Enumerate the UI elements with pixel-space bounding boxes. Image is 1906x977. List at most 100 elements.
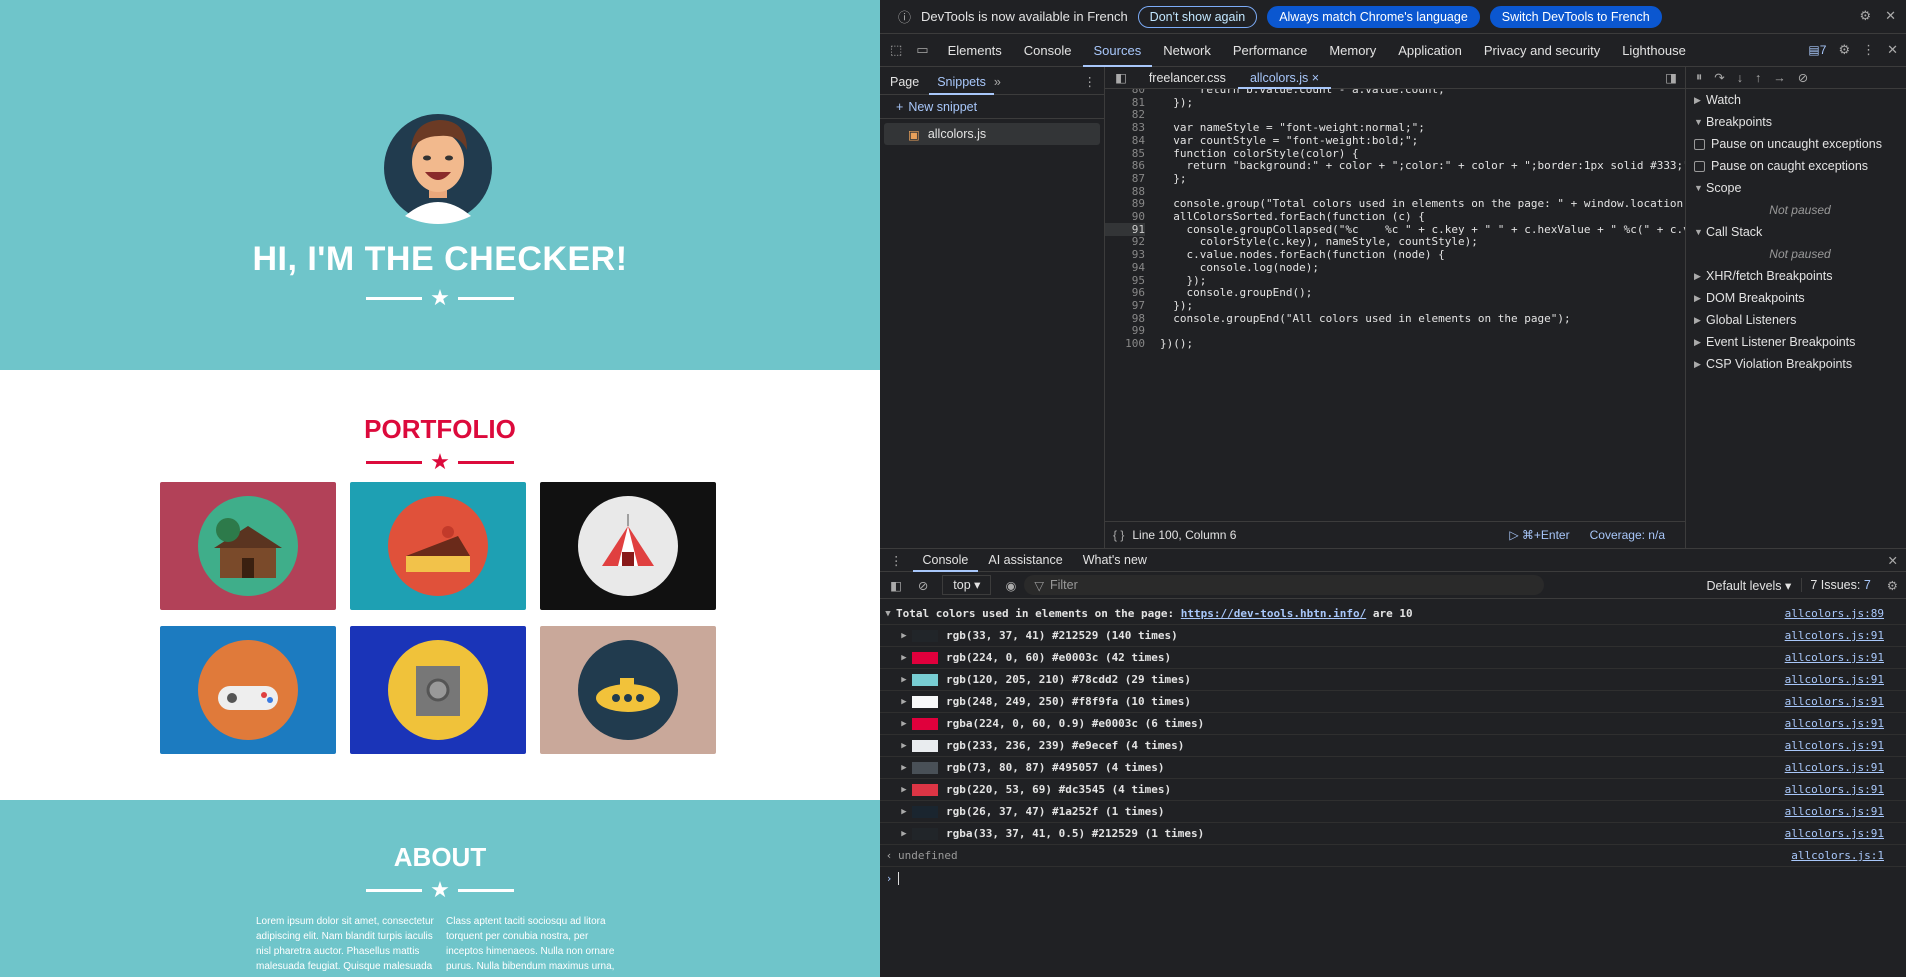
line-number[interactable]: 99: [1105, 324, 1145, 337]
tab-console[interactable]: Console: [1013, 34, 1083, 67]
source-link[interactable]: allcolors.js:91: [1785, 805, 1884, 818]
console-color-row[interactable]: ▶ rgb(220, 53, 69) #dc3545 (4 times) allco…: [880, 779, 1906, 801]
chevron-right-icon[interactable]: ▶: [896, 631, 912, 641]
filter-input[interactable]: ▽ Filter: [1024, 575, 1545, 595]
sidebar-section[interactable]: ▶ Event Listener Breakpoints: [1686, 331, 1906, 353]
issues-badge[interactable]: ▤7: [1808, 43, 1826, 57]
line-number[interactable]: 89: [1105, 197, 1145, 210]
code-line[interactable]: var nameStyle = "font-weight:normal;";: [1160, 121, 1425, 134]
tab-performance[interactable]: Performance: [1222, 34, 1318, 67]
code-line[interactable]: });: [1160, 274, 1206, 287]
chevron-right-icon[interactable]: ▶: [896, 785, 912, 795]
line-number[interactable]: 86: [1105, 159, 1145, 172]
console-color-row[interactable]: ▶ rgb(26, 37, 47) #1a252f (1 times) allcol…: [880, 801, 1906, 823]
code-line[interactable]: allColorsSorted.forEach(function (c) {: [1160, 210, 1425, 223]
tab-memory[interactable]: Memory: [1318, 34, 1387, 67]
code-line[interactable]: console.log(node);: [1160, 261, 1319, 274]
portfolio-item[interactable]: [350, 626, 526, 754]
console-color-row[interactable]: ▶ rgb(233, 236, 239) #e9ecef (4 times) all…: [880, 735, 1906, 757]
clear-console-icon[interactable]: ⊘: [910, 578, 936, 593]
tab-lighthouse[interactable]: Lighthouse: [1611, 34, 1697, 67]
dont-show-again-button[interactable]: Don't show again: [1137, 5, 1258, 28]
checkbox[interactable]: [1694, 160, 1705, 172]
code-line[interactable]: return b.value.count - a.value.count;: [1160, 89, 1445, 96]
source-link[interactable]: allcolors.js:91: [1785, 629, 1884, 642]
code-line[interactable]: });: [1160, 299, 1193, 312]
chevron-right-icon[interactable]: ▶: [896, 653, 912, 663]
drawer-tab-ai[interactable]: AI assistance: [978, 553, 1072, 567]
code-line[interactable]: console.group("Total colors used in elem…: [1160, 197, 1685, 210]
sidebar-section[interactable]: ▼ Call Stack: [1686, 221, 1906, 243]
inspect-icon[interactable]: ⬚: [880, 42, 908, 58]
tab-elements[interactable]: Elements: [937, 34, 1013, 67]
page-url-link[interactable]: https://dev-tools.hbtn.info/: [1181, 607, 1366, 620]
toggle-navigator-icon[interactable]: ◧: [1105, 70, 1137, 85]
run-snippet-button[interactable]: ▷ ⌘+Enter: [1509, 528, 1569, 542]
code-area[interactable]: 80 return b.value.count - a.value.count;…: [1105, 89, 1685, 521]
sidebar-section[interactable]: ▼ Scope: [1686, 177, 1906, 199]
sidebar-checkbox[interactable]: Pause on caught exceptions: [1686, 155, 1906, 177]
editor-tab-freelancer[interactable]: freelancer.css: [1137, 71, 1238, 85]
drawer-tab-console[interactable]: Console: [912, 549, 979, 572]
editor-tab-allcolors[interactable]: allcolors.js ×: [1237, 67, 1332, 89]
sidebar-section[interactable]: ▶ DOM Breakpoints: [1686, 287, 1906, 309]
chevron-right-icon[interactable]: ▶: [896, 829, 912, 839]
code-line[interactable]: })();: [1160, 337, 1193, 350]
code-line[interactable]: return "background:" + color + ";color:"…: [1160, 159, 1685, 172]
switch-french-button[interactable]: Switch DevTools to French: [1489, 5, 1662, 28]
line-number[interactable]: 85: [1105, 147, 1145, 160]
chevron-right-icon[interactable]: ▶: [896, 763, 912, 773]
portfolio-item[interactable]: [160, 482, 336, 610]
code-line[interactable]: c.value.nodes.forEach(function (node) {: [1160, 248, 1444, 261]
sidebar-checkbox[interactable]: Pause on uncaught exceptions: [1686, 133, 1906, 155]
new-snippet-button[interactable]: + New snippet: [880, 95, 1104, 119]
code-line[interactable]: console.groupEnd();: [1160, 286, 1312, 299]
portfolio-item[interactable]: [350, 482, 526, 610]
log-levels-dropdown[interactable]: Default levels ▾: [1697, 578, 1802, 593]
source-link[interactable]: allcolors.js:91: [1785, 673, 1884, 686]
source-link[interactable]: allcolors.js:1: [1791, 849, 1884, 862]
console-issues[interactable]: 7 Issues: 7: [1801, 578, 1878, 592]
sidebar-section[interactable]: ▼ Breakpoints: [1686, 111, 1906, 133]
tab-sources[interactable]: Sources: [1082, 34, 1153, 67]
portfolio-item[interactable]: [540, 626, 716, 754]
gear-icon[interactable]: ⚙: [1859, 8, 1871, 24]
deactivate-breakpoints-icon[interactable]: ⊘: [1798, 70, 1808, 85]
tab-network[interactable]: Network: [1152, 34, 1222, 67]
step-into-icon[interactable]: ↓: [1737, 71, 1743, 85]
console-prompt[interactable]: ›: [880, 867, 1906, 889]
console-color-row[interactable]: ▶ rgb(248, 249, 250) #f8f9fa (10 times) al…: [880, 691, 1906, 713]
pretty-print-icon[interactable]: { }: [1105, 528, 1132, 542]
close-devtools-icon[interactable]: ✕: [1887, 42, 1898, 58]
code-line[interactable]: function colorStyle(color) {: [1160, 147, 1358, 160]
source-link[interactable]: allcolors.js:91: [1785, 739, 1884, 752]
sidebar-section[interactable]: ▶ CSP Violation Breakpoints: [1686, 353, 1906, 375]
step-out-icon[interactable]: ↑: [1755, 71, 1761, 85]
sidebar-toggle-icon[interactable]: ◧: [880, 578, 910, 593]
drawer-tab-whats-new[interactable]: What's new: [1073, 553, 1157, 567]
chevron-right-icon[interactable]: »: [994, 75, 1001, 89]
console-color-row[interactable]: ▶ rgb(120, 205, 210) #78cdd2 (29 times) al…: [880, 669, 1906, 691]
line-number[interactable]: 91: [1105, 222, 1145, 236]
source-link[interactable]: allcolors.js:91: [1785, 761, 1884, 774]
portfolio-item[interactable]: [160, 626, 336, 754]
line-number[interactable]: 96: [1105, 286, 1145, 299]
code-line[interactable]: colorStyle(c.key), nameStyle, countStyle…: [1160, 235, 1478, 248]
code-line[interactable]: };: [1160, 172, 1186, 185]
source-link[interactable]: allcolors.js:91: [1785, 783, 1884, 796]
console-settings-icon[interactable]: ⚙: [1879, 578, 1906, 593]
line-number[interactable]: 92: [1105, 235, 1145, 248]
tab-privacy[interactable]: Privacy and security: [1473, 34, 1611, 67]
line-number[interactable]: 94: [1105, 261, 1145, 274]
line-number[interactable]: 100: [1105, 337, 1145, 350]
eye-icon[interactable]: ◉: [997, 578, 1024, 593]
code-line[interactable]: console.groupCollapsed("%c %c " + c.key …: [1160, 223, 1685, 236]
tab-snippets[interactable]: Snippets: [929, 69, 994, 95]
line-number[interactable]: 83: [1105, 121, 1145, 134]
context-selector[interactable]: top ▾: [942, 575, 992, 595]
source-link[interactable]: allcolors.js:91: [1785, 651, 1884, 664]
chevron-right-icon[interactable]: ▶: [896, 697, 912, 707]
source-link[interactable]: allcolors.js:91: [1785, 717, 1884, 730]
line-number[interactable]: 87: [1105, 172, 1145, 185]
close-tab-icon[interactable]: ×: [1312, 71, 1319, 85]
